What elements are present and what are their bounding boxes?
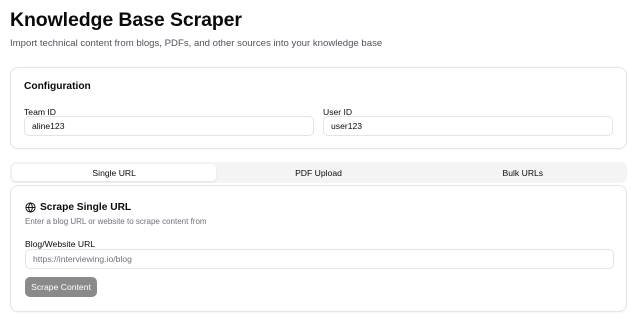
globe-icon: [25, 202, 36, 213]
source-tabs: Single URL PDF Upload Bulk URLs: [10, 162, 627, 183]
tab-single-url[interactable]: Single URL: [12, 164, 217, 181]
scrape-title: Scrape Single URL: [40, 202, 132, 213]
tab-bulk-urls[interactable]: Bulk URLs: [421, 164, 625, 181]
team-id-input[interactable]: [24, 116, 314, 136]
url-field-label: Blog/Website URL: [25, 239, 96, 249]
scrape-content-button[interactable]: Scrape Content: [25, 277, 97, 297]
configuration-card: Configuration Team ID User ID: [10, 67, 627, 149]
page-title: Knowledge Base Scraper: [10, 9, 242, 31]
scrape-description: Enter a blog URL or website to scrape co…: [25, 217, 207, 226]
page: Knowledge Base Scraper Import technical …: [0, 0, 640, 329]
configuration-title: Configuration: [24, 81, 91, 92]
scrape-single-url-card: Scrape Single URL Enter a blog URL or we…: [10, 185, 627, 312]
user-id-input[interactable]: [323, 116, 613, 136]
tab-pdf-upload[interactable]: PDF Upload: [216, 164, 420, 181]
page-subtitle: Import technical content from blogs, PDF…: [10, 38, 383, 49]
url-input[interactable]: [25, 249, 614, 269]
